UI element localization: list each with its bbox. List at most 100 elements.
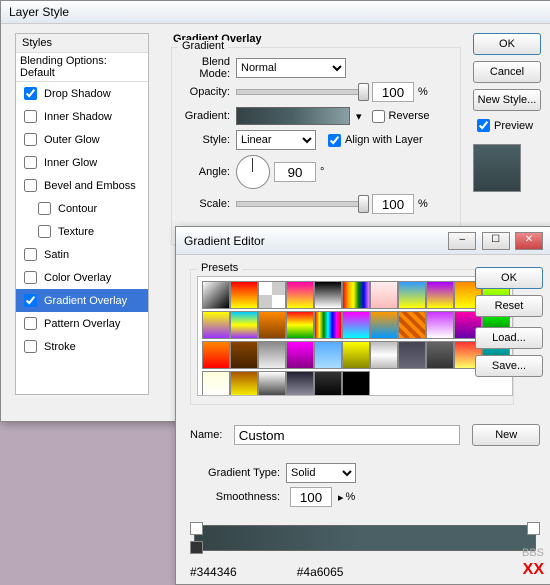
ge-new-button[interactable]: New	[472, 424, 540, 446]
preset-swatch-2[interactable]	[258, 281, 286, 309]
style-item-stroke[interactable]: Stroke	[16, 335, 148, 358]
style-checkbox[interactable]	[24, 110, 37, 123]
ge-save-button[interactable]: Save...	[475, 355, 543, 377]
close-button[interactable]: ✕	[515, 232, 543, 250]
style-checkbox[interactable]	[24, 294, 37, 307]
watermark-xx: XX	[523, 561, 544, 579]
preset-swatch-14[interactable]	[286, 311, 314, 339]
preset-swatch-23[interactable]	[230, 341, 258, 369]
ge-ok-button[interactable]: OK	[475, 267, 543, 289]
preset-swatch-28[interactable]	[370, 341, 398, 369]
preset-swatch-5[interactable]	[342, 281, 370, 309]
presets-label: Presets	[197, 262, 242, 274]
blending-options-default[interactable]: Blending Options: Default	[16, 53, 148, 82]
preset-swatch-17[interactable]	[370, 311, 398, 339]
style-label: Style:	[172, 134, 236, 146]
style-item-bevel-and-emboss[interactable]: Bevel and Emboss	[16, 174, 148, 197]
gradient-picker[interactable]	[236, 107, 350, 125]
preset-swatch-35[interactable]	[258, 371, 286, 396]
preset-swatch-3[interactable]	[286, 281, 314, 309]
gradient-type-label: Gradient Type:	[190, 467, 286, 479]
style-checkbox[interactable]	[24, 133, 37, 146]
preset-swatch-15[interactable]	[314, 311, 342, 339]
preset-swatch-27[interactable]	[342, 341, 370, 369]
cancel-button[interactable]: Cancel	[473, 61, 541, 83]
style-item-gradient-overlay[interactable]: Gradient Overlay	[16, 289, 148, 312]
style-item-pattern-overlay[interactable]: Pattern Overlay	[16, 312, 148, 335]
preset-swatch-18[interactable]	[398, 311, 426, 339]
style-checkbox[interactable]	[38, 225, 51, 238]
style-item-color-overlay[interactable]: Color Overlay	[16, 266, 148, 289]
preset-swatch-37[interactable]	[314, 371, 342, 396]
angle-value[interactable]	[274, 162, 316, 182]
ok-button[interactable]: OK	[473, 33, 541, 55]
presets-grid	[197, 276, 513, 396]
preset-swatch-8[interactable]	[426, 281, 454, 309]
style-checkbox[interactable]	[38, 202, 51, 215]
scale-value[interactable]	[372, 194, 414, 214]
scale-slider[interactable]	[236, 201, 368, 207]
style-checkbox[interactable]	[24, 87, 37, 100]
preset-swatch-19[interactable]	[426, 311, 454, 339]
ge-load-button[interactable]: Load...	[475, 327, 543, 349]
style-item-outer-glow[interactable]: Outer Glow	[16, 128, 148, 151]
gradient-label: Gradient:	[172, 110, 236, 122]
preset-swatch-4[interactable]	[314, 281, 342, 309]
blend-mode-label: Blend Mode:	[172, 56, 236, 80]
style-checkbox[interactable]	[24, 271, 37, 284]
name-field[interactable]	[234, 425, 461, 445]
preset-swatch-22[interactable]	[202, 341, 230, 369]
preview-swatch	[473, 144, 521, 192]
ge-reset-button[interactable]: Reset	[475, 295, 543, 317]
gradient-editor-title: Gradient Editor	[184, 234, 265, 248]
gradient-group-label: Gradient	[178, 40, 228, 52]
angle-dial[interactable]	[236, 155, 270, 189]
opacity-slider[interactable]	[236, 89, 368, 95]
style-item-drop-shadow[interactable]: Drop Shadow	[16, 82, 148, 105]
gradient-type-select[interactable]: Solid	[286, 463, 356, 483]
opacity-stop-right[interactable]	[527, 522, 540, 535]
new-style-button[interactable]: New Style...	[473, 89, 541, 111]
hex1: #344346	[190, 565, 237, 579]
preset-swatch-11[interactable]	[202, 311, 230, 339]
style-item-contour[interactable]: Contour	[16, 197, 148, 220]
preset-swatch-36[interactable]	[286, 371, 314, 396]
preset-swatch-0[interactable]	[202, 281, 230, 309]
preset-swatch-33[interactable]	[202, 371, 230, 396]
preset-swatch-16[interactable]	[342, 311, 370, 339]
preset-swatch-7[interactable]	[398, 281, 426, 309]
opacity-stop-left[interactable]	[190, 522, 203, 535]
preset-swatch-38[interactable]	[342, 371, 370, 396]
minimize-button[interactable]: –	[448, 232, 476, 250]
preset-swatch-29[interactable]	[398, 341, 426, 369]
gradient-bar[interactable]	[194, 525, 536, 551]
preset-swatch-34[interactable]	[230, 371, 258, 396]
style-item-inner-shadow[interactable]: Inner Shadow	[16, 105, 148, 128]
style-checkbox[interactable]	[24, 340, 37, 353]
style-checkbox[interactable]	[24, 179, 37, 192]
opacity-value[interactable]	[372, 82, 414, 102]
smoothness-value[interactable]	[290, 487, 332, 507]
preset-swatch-25[interactable]	[286, 341, 314, 369]
preview-checkbox[interactable]	[477, 119, 490, 132]
blend-mode-select[interactable]: Normal	[236, 58, 346, 78]
styles-header[interactable]: Styles	[16, 34, 148, 53]
style-item-inner-glow[interactable]: Inner Glow	[16, 151, 148, 174]
preset-swatch-13[interactable]	[258, 311, 286, 339]
preset-swatch-12[interactable]	[230, 311, 258, 339]
style-select[interactable]: Linear	[236, 130, 316, 150]
preset-swatch-30[interactable]	[426, 341, 454, 369]
align-checkbox[interactable]	[328, 134, 341, 147]
style-item-satin[interactable]: Satin	[16, 243, 148, 266]
style-checkbox[interactable]	[24, 156, 37, 169]
style-checkbox[interactable]	[24, 317, 37, 330]
preset-swatch-6[interactable]	[370, 281, 398, 309]
maximize-button[interactable]: ☐	[482, 232, 510, 250]
style-item-texture[interactable]: Texture	[16, 220, 148, 243]
preset-swatch-1[interactable]	[230, 281, 258, 309]
reverse-checkbox[interactable]	[372, 110, 385, 123]
color-stop-left[interactable]	[190, 541, 203, 554]
preset-swatch-24[interactable]	[258, 341, 286, 369]
preset-swatch-26[interactable]	[314, 341, 342, 369]
style-checkbox[interactable]	[24, 248, 37, 261]
